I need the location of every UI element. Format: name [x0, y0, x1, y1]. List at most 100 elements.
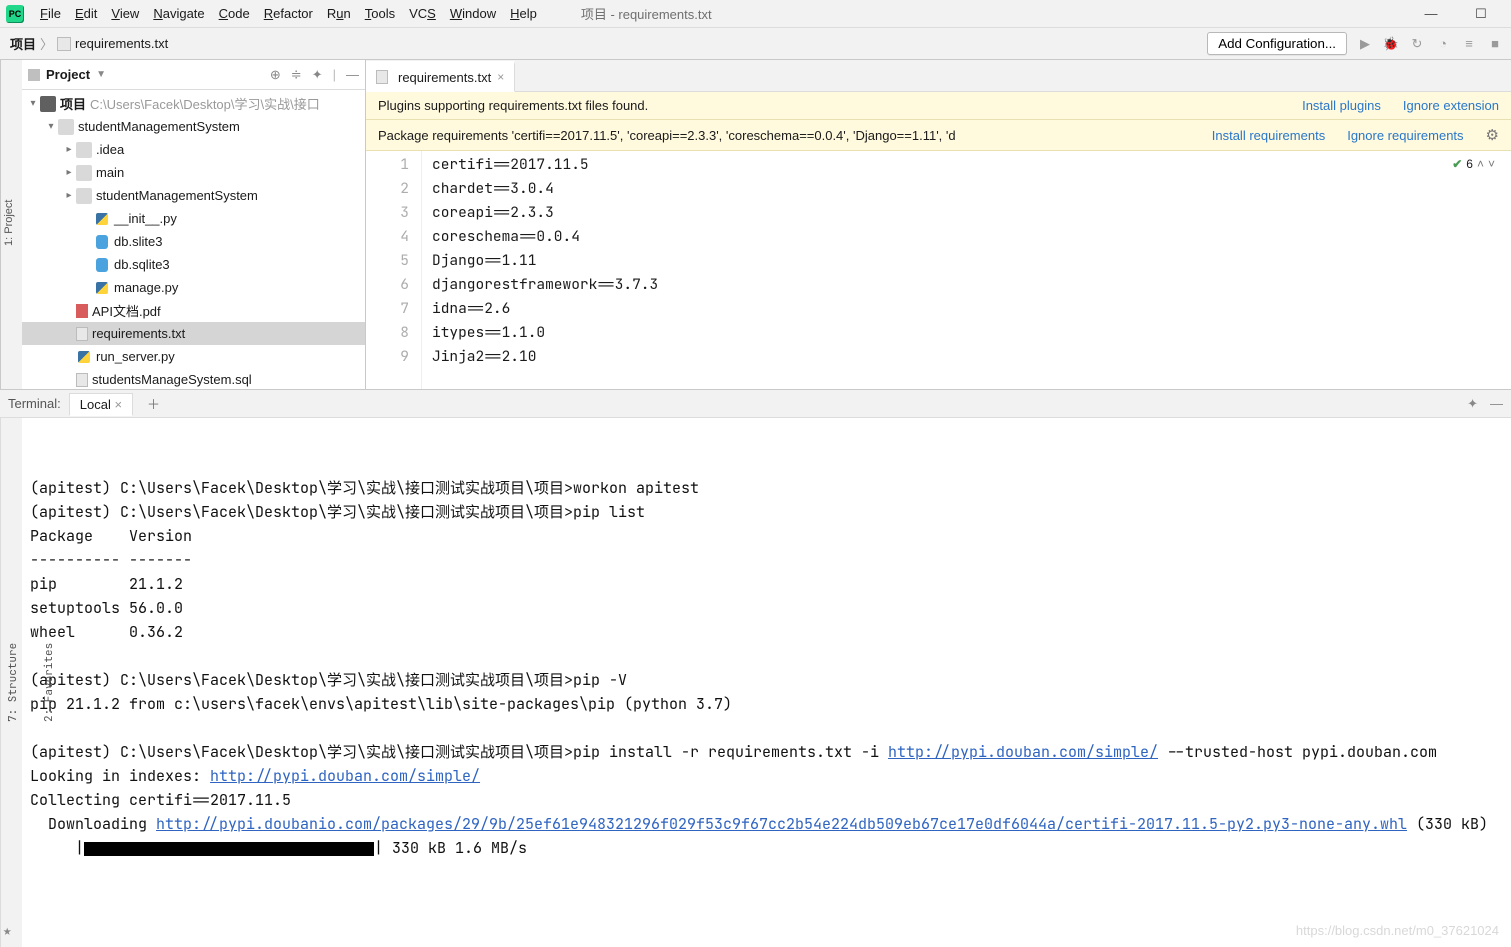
file-icon [57, 37, 71, 51]
chevron-down-icon[interactable]: ▼ [96, 69, 106, 80]
sql-file-icon [76, 373, 88, 387]
menu-file[interactable]: File [34, 3, 67, 24]
editor-tab-requirements[interactable]: requirements.txt × [366, 61, 515, 92]
terminal-settings-icon[interactable]: ✦ [1467, 396, 1478, 412]
plugin-notification: Plugins supporting requirements.txt file… [366, 92, 1511, 120]
tree-file-db[interactable]: db.slite3 [22, 230, 365, 253]
debug-icon[interactable]: 🐞 [1383, 36, 1399, 52]
install-requirements-link[interactable]: Install requirements [1212, 128, 1325, 143]
folder-icon [76, 188, 92, 204]
breadcrumb[interactable]: 项目 〉 requirements.txt [10, 34, 168, 53]
locate-icon[interactable]: ⊕ [270, 67, 281, 83]
menu-window[interactable]: Window [444, 3, 502, 24]
pypi-index-link[interactable]: http://pypi.douban.com/simple/ [210, 766, 480, 786]
sidebar-structure-tab[interactable]: 7: Structure [1, 643, 25, 722]
inspection-widget[interactable]: ✔ 6 ˄ ˅ [1446, 155, 1501, 173]
settings-icon[interactable]: ✦ [312, 67, 323, 83]
left-tool-strip: 1: Project [0, 60, 22, 389]
sidebar-favorites-tab[interactable]: 2: Favorites [37, 643, 61, 722]
run-toolbar: ▶ 🐞 ↻ ◔ ≡ ■ [1357, 36, 1503, 52]
tree-file-pdf[interactable]: API文档.pdf [22, 299, 365, 322]
tree-root[interactable]: ▾ 项目 C:\Users\Facek\Desktop\学习\实战\接口 [22, 92, 365, 115]
menu-code[interactable]: Code [213, 3, 256, 24]
editor-body[interactable]: 123456789 certifi==2017.11.5 chardet==3.… [366, 151, 1511, 389]
maximize-button[interactable]: ☐ [1467, 6, 1495, 22]
chevron-up-icon[interactable]: ˄ [1477, 157, 1484, 171]
check-icon: ✔ [1452, 157, 1462, 171]
star-icon[interactable]: ★ [3, 919, 11, 943]
app-logo-icon: PC [6, 5, 24, 23]
tree-file-py[interactable]: run_server.py [22, 345, 365, 368]
chevron-down-icon[interactable]: ˅ [1488, 157, 1495, 171]
text-file-icon [376, 70, 388, 84]
menu-run[interactable]: Run [321, 3, 357, 24]
progress-bar [84, 842, 374, 856]
folder-icon [28, 69, 40, 81]
python-file-icon [94, 280, 110, 296]
hide-icon[interactable]: — [346, 67, 359, 82]
tree-file-txt-selected[interactable]: requirements.txt [22, 322, 365, 345]
project-title[interactable]: Project [46, 67, 90, 82]
add-configuration-button[interactable]: Add Configuration... [1207, 32, 1347, 55]
sidebar-project-tab[interactable]: 1: Project [1, 193, 17, 251]
menu-vcs[interactable]: VCS [403, 3, 442, 24]
bottom-tool-strip: 7: Structure 2: Favorites [0, 418, 22, 947]
expand-all-icon[interactable]: ≑ [291, 67, 302, 83]
menu-edit[interactable]: Edit [69, 3, 103, 24]
download-url-link[interactable]: http://pypi.doubanio.com/packages/29/9b/… [156, 814, 1407, 834]
project-tree[interactable]: ▾ 项目 C:\Users\Facek\Desktop\学习\实战\接口 ▾st… [22, 90, 365, 389]
new-terminal-button[interactable]: ＋ [141, 394, 166, 413]
editor-tab-label: requirements.txt [398, 70, 491, 85]
gear-icon[interactable]: ⚙ [1486, 126, 1499, 144]
project-header: Project ▼ ⊕ ≑ ✦ | — [22, 60, 365, 90]
tree-file-py[interactable]: __init__.py [22, 207, 365, 230]
terminal-tool-window: Terminal: Local × ＋ ✦ — 7: Structure 2: … [0, 389, 1511, 947]
chevron-right-icon: 〉 [40, 34, 53, 53]
run-icon[interactable]: ▶ [1357, 36, 1373, 52]
tree-folder[interactable]: ▸studentManagementSystem [22, 184, 365, 207]
tree-folder[interactable]: ▸.idea [22, 138, 365, 161]
terminal-tab-local[interactable]: Local × [69, 393, 133, 416]
menu-view[interactable]: View [105, 3, 145, 24]
tree-file-db[interactable]: db.sqlite3 [22, 253, 365, 276]
tree-folder[interactable]: ▾studentManagementSystem [22, 115, 365, 138]
editor-area: requirements.txt × Plugins supporting re… [366, 60, 1511, 389]
menu-help[interactable]: Help [504, 3, 543, 24]
code-content[interactable]: certifi==2017.11.5 chardet==3.0.4 coreap… [422, 151, 1511, 389]
tree-file-sql[interactable]: studentsManageSystem.sql [22, 368, 365, 389]
python-file-icon [76, 349, 92, 365]
install-plugins-link[interactable]: Install plugins [1302, 98, 1381, 113]
ignore-requirements-link[interactable]: Ignore requirements [1347, 128, 1463, 143]
menu-bar: PC File Edit View Navigate Code Refactor… [0, 0, 1511, 28]
menu-navigate[interactable]: Navigate [147, 3, 210, 24]
editor-tabs: requirements.txt × [366, 60, 1511, 92]
line-gutter: 123456789 [366, 151, 422, 389]
pypi-index-link[interactable]: http://pypi.douban.com/simple/ [888, 742, 1158, 762]
hide-terminal-icon[interactable]: — [1490, 396, 1503, 412]
window-title-path: 项目 - requirements.txt [581, 4, 712, 23]
pdf-file-icon [76, 304, 88, 318]
breadcrumb-root[interactable]: 项目 [10, 34, 36, 53]
close-icon[interactable]: × [114, 397, 122, 412]
project-tool-window: Project ▼ ⊕ ≑ ✦ | — ▾ 项目 C:\Users\Facek\… [22, 60, 366, 389]
stop-icon[interactable]: ■ [1487, 36, 1503, 52]
coverage-icon[interactable]: ↻ [1409, 36, 1425, 52]
menu-refactor[interactable]: Refactor [258, 3, 319, 24]
attach-icon[interactable]: ≡ [1461, 36, 1477, 52]
close-tab-icon[interactable]: × [497, 70, 504, 84]
tree-file-py[interactable]: manage.py [22, 276, 365, 299]
profile-icon[interactable]: ◔ [1435, 36, 1451, 52]
folder-icon [76, 142, 92, 158]
folder-icon [40, 96, 56, 112]
folder-icon [58, 119, 74, 135]
notif-text: Plugins supporting requirements.txt file… [378, 98, 648, 113]
folder-icon [76, 165, 92, 181]
breadcrumb-file[interactable]: requirements.txt [75, 36, 168, 51]
notif-text: Package requirements 'certifi==2017.11.5… [378, 128, 956, 143]
ignore-extension-link[interactable]: Ignore extension [1403, 98, 1499, 113]
terminal-output[interactable]: 7: Structure 2: Favorites (apitest) C:\U… [0, 418, 1511, 947]
menu-tools[interactable]: Tools [359, 3, 401, 24]
minimize-button[interactable]: — [1417, 6, 1445, 22]
database-icon [94, 257, 110, 273]
tree-folder[interactable]: ▸main [22, 161, 365, 184]
